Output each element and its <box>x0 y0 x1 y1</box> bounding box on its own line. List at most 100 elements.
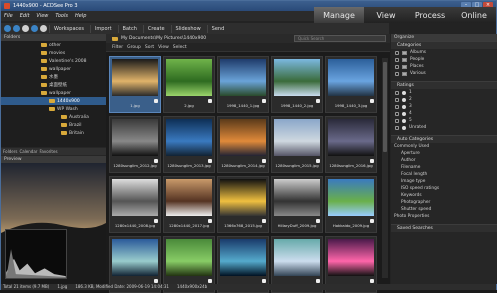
select-menu[interactable]: Select <box>173 45 187 50</box>
home-icon[interactable] <box>40 25 47 32</box>
auto-author[interactable]: Author <box>391 157 497 164</box>
auto-shutter-speed[interactable]: Shutter speed <box>391 206 497 213</box>
folder-icon <box>41 67 47 71</box>
thumbnail-image <box>166 179 212 216</box>
tree-item-other[interactable]: other <box>1 41 106 49</box>
forward-icon[interactable] <box>13 25 20 32</box>
rating-unrated[interactable]: Unrated <box>391 124 497 131</box>
menu-view[interactable]: View <box>36 13 48 19</box>
tree-item-britain[interactable]: Britain <box>1 129 106 137</box>
auto-filename[interactable]: Filename <box>391 164 497 171</box>
toolbar-import[interactable]: Import <box>89 24 116 33</box>
vertical-scrollbar[interactable] <box>382 58 388 278</box>
thumbnail-item[interactable]: 2.jpg <box>163 56 215 113</box>
checkbox-icon[interactable] <box>262 279 266 283</box>
tree-item-brazil[interactable]: Brazil <box>1 121 106 129</box>
auto-image-type[interactable]: Image type <box>391 178 497 185</box>
mode-manage[interactable]: Manage <box>314 7 364 23</box>
mode-process[interactable]: Process <box>408 7 452 23</box>
mode-online[interactable]: Online <box>452 7 496 23</box>
filter-menu[interactable]: Filter <box>112 45 123 50</box>
tree-item-wallpaper-2[interactable]: wallpaper <box>1 89 106 97</box>
auto-aperture[interactable]: Aperture <box>391 150 497 157</box>
category-albums[interactable]: Albums <box>391 49 497 56</box>
checkbox-icon[interactable] <box>316 279 320 283</box>
auto-photo-properties[interactable]: Photo Properties <box>391 213 497 220</box>
rating-2[interactable]: 2 <box>391 96 497 103</box>
tree-item-ink[interactable]: 水墨 <box>1 73 106 81</box>
thumbnail-item[interactable]: 1280sunglim_2012.jpg <box>109 116 161 173</box>
toolbar-send[interactable]: Send <box>206 24 229 33</box>
group-menu[interactable]: Group <box>127 45 141 50</box>
thumbnail-caption: 2.jpg <box>184 103 194 108</box>
tree-item-wp-wash[interactable]: WP Wash <box>1 105 106 113</box>
auto-focal-length[interactable]: Focal length <box>391 171 497 178</box>
common-used-header[interactable]: Commonly Used <box>391 143 497 150</box>
menu-tools[interactable]: Tools <box>55 13 68 19</box>
tree-item-australia[interactable]: Australia <box>1 113 106 121</box>
tree-item-1440x900[interactable]: 1440x900 <box>1 97 106 105</box>
checkbox-icon[interactable] <box>154 279 158 283</box>
auto-categories-section[interactable]: Auto Categories <box>391 135 497 143</box>
file-list-pane: My Documents\My Pictures\1440x900 Quick … <box>106 34 390 293</box>
thumbnail-item[interactable]: 1280x1440_2008.jpg <box>109 176 161 233</box>
thumbnail-item[interactable]: 1998_1440_2.jpg <box>271 56 323 113</box>
auto-iso[interactable]: ISO speed ratings <box>391 185 497 192</box>
scroll-thumb[interactable] <box>383 62 387 152</box>
app-window: 1440x900 - ACDSee Pro 3 – □ × File Edit … <box>0 0 497 293</box>
tree-item-desktop[interactable]: 桌面壁纸 <box>1 81 106 89</box>
menu-file[interactable]: File <box>4 13 13 19</box>
menu-edit[interactable]: Edit <box>20 13 30 19</box>
saved-searches-section[interactable]: Saved Searches <box>391 224 497 232</box>
view-menu[interactable]: View <box>158 45 169 50</box>
toolbar-workspaces[interactable]: Workspaces <box>49 24 88 33</box>
rating-5[interactable]: 5 <box>391 117 497 124</box>
checkbox-icon[interactable] <box>208 279 212 283</box>
category-various[interactable]: Various <box>391 70 497 77</box>
status-file: 1.jpg <box>57 284 68 289</box>
tree-item-movies[interactable]: movies <box>1 49 106 57</box>
thumbnail-item[interactable]: 1280sunglim_2015.jpg <box>271 116 323 173</box>
thumbnail-item[interactable]: 1280sunglim_2013.jpg <box>163 116 215 173</box>
thumbnail-item[interactable]: 1.jpg <box>109 56 161 113</box>
category-people[interactable]: People <box>391 56 497 63</box>
ratings-section[interactable]: Ratings <box>391 81 497 89</box>
thumbnail-caption: 1280sunglim_2012.jpg <box>113 163 157 168</box>
folder-icon <box>112 36 118 41</box>
rating-3[interactable]: 3 <box>391 103 497 110</box>
tab-favorites[interactable]: Favorites <box>39 148 57 155</box>
category-places[interactable]: Places <box>391 63 497 70</box>
categories-section[interactable]: Categories <box>391 41 497 49</box>
rating-4[interactable]: 4 <box>391 110 497 117</box>
thumbnail-item[interactable]: 1998_1440_1.jpg <box>217 56 269 113</box>
rating-1[interactable]: 1 <box>391 89 497 96</box>
auto-photographer[interactable]: Photographer <box>391 199 497 206</box>
thumbnail-item[interactable]: HillaryDuff_2009.jpg <box>271 176 323 233</box>
tree-item-valentines[interactable]: Valentine's 2008 <box>1 57 106 65</box>
thumbnail-item[interactable]: 1280x1440_2017.jpg <box>163 176 215 233</box>
sort-menu[interactable]: Sort <box>145 45 154 50</box>
checkbox-icon[interactable] <box>370 279 374 283</box>
thumbnail-caption: Hokkaido_2009.jpg <box>332 223 370 228</box>
thumbnail-item[interactable]: 1998_1440_3.jpg <box>325 56 377 113</box>
tree-item-wallpaper[interactable]: wallpaper <box>1 65 106 73</box>
toolbar-slideshow[interactable]: Slideshow <box>170 24 205 33</box>
thumbnail-item[interactable]: 1280sunglim_2014.jpg <box>217 116 269 173</box>
thumbnail-item[interactable]: Hokkaido_2009.jpg <box>325 176 377 233</box>
menu-help[interactable]: Help <box>75 13 86 19</box>
thumbnail-item[interactable]: 1280sunglim_2016.jpg <box>325 116 377 173</box>
tab-folders[interactable]: Folders <box>3 148 17 155</box>
current-path[interactable]: My Documents\My Pictures\1440x900 <box>121 36 206 41</box>
thumbnail-image <box>112 179 158 216</box>
auto-keywords[interactable]: Keywords <box>391 192 497 199</box>
thumbnail-image <box>112 59 158 96</box>
thumbnail-item[interactable]: 1366x768_2015.jpg <box>217 176 269 233</box>
refresh-icon[interactable] <box>31 25 38 32</box>
quick-search-input[interactable]: Quick Search <box>294 35 386 42</box>
back-icon[interactable] <box>4 25 11 32</box>
up-icon[interactable] <box>22 25 29 32</box>
toolbar-create[interactable]: Create <box>142 24 169 33</box>
toolbar-batch[interactable]: Batch <box>117 24 141 33</box>
tab-calendar[interactable]: Calendar <box>19 148 37 155</box>
mode-view[interactable]: View <box>364 7 408 23</box>
